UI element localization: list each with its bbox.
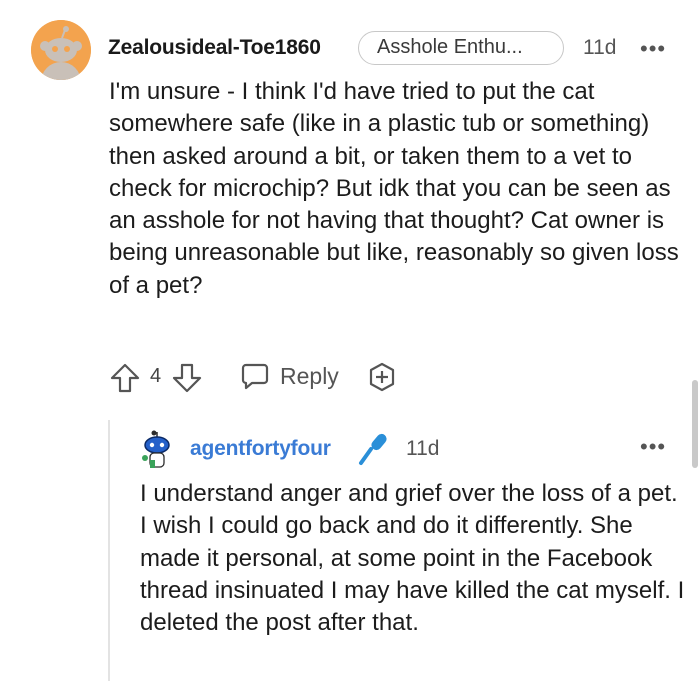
reply-body: I understand anger and grief over the lo… xyxy=(140,478,685,639)
reply-username[interactable]: agentfortyfour xyxy=(190,437,331,461)
downvote-button[interactable] xyxy=(170,361,204,395)
reply-label: Reply xyxy=(280,362,339,389)
comment-body: I'm unsure - I think I'd have tried to p… xyxy=(109,76,689,302)
comment-username[interactable]: Zealousideal-Toe1860 xyxy=(108,36,321,60)
user-avatar[interactable] xyxy=(31,20,91,80)
microphone-icon xyxy=(357,431,391,472)
vote-count: 4 xyxy=(150,365,162,387)
reply-text: I understand anger and grief over the lo… xyxy=(140,480,685,637)
snoo-avatar-icon xyxy=(31,20,91,80)
comment-text: I'm unsure - I think I'd have tried to p… xyxy=(109,78,679,299)
reply-button[interactable]: Reply xyxy=(240,361,339,391)
reply-bubble-icon xyxy=(241,363,269,390)
reply-timestamp: 11d xyxy=(406,437,440,460)
award-plus-icon xyxy=(369,362,395,392)
snoo-avatar-icon xyxy=(142,430,170,468)
upvote-arrow-icon xyxy=(110,363,140,393)
scrollbar[interactable] xyxy=(692,380,698,468)
more-options-icon[interactable]: ••• xyxy=(640,434,666,460)
thread-line[interactable] xyxy=(108,420,110,681)
comment-actions: 4 Reply xyxy=(108,357,428,397)
downvote-arrow-icon xyxy=(172,363,202,393)
reply-avatar[interactable] xyxy=(140,430,174,472)
user-flair: Asshole Enthu... xyxy=(358,31,564,65)
award-button[interactable] xyxy=(366,361,398,393)
comment-timestamp: 11d xyxy=(583,36,617,59)
upvote-button[interactable] xyxy=(108,361,142,395)
more-options-icon[interactable]: ••• xyxy=(640,36,666,62)
